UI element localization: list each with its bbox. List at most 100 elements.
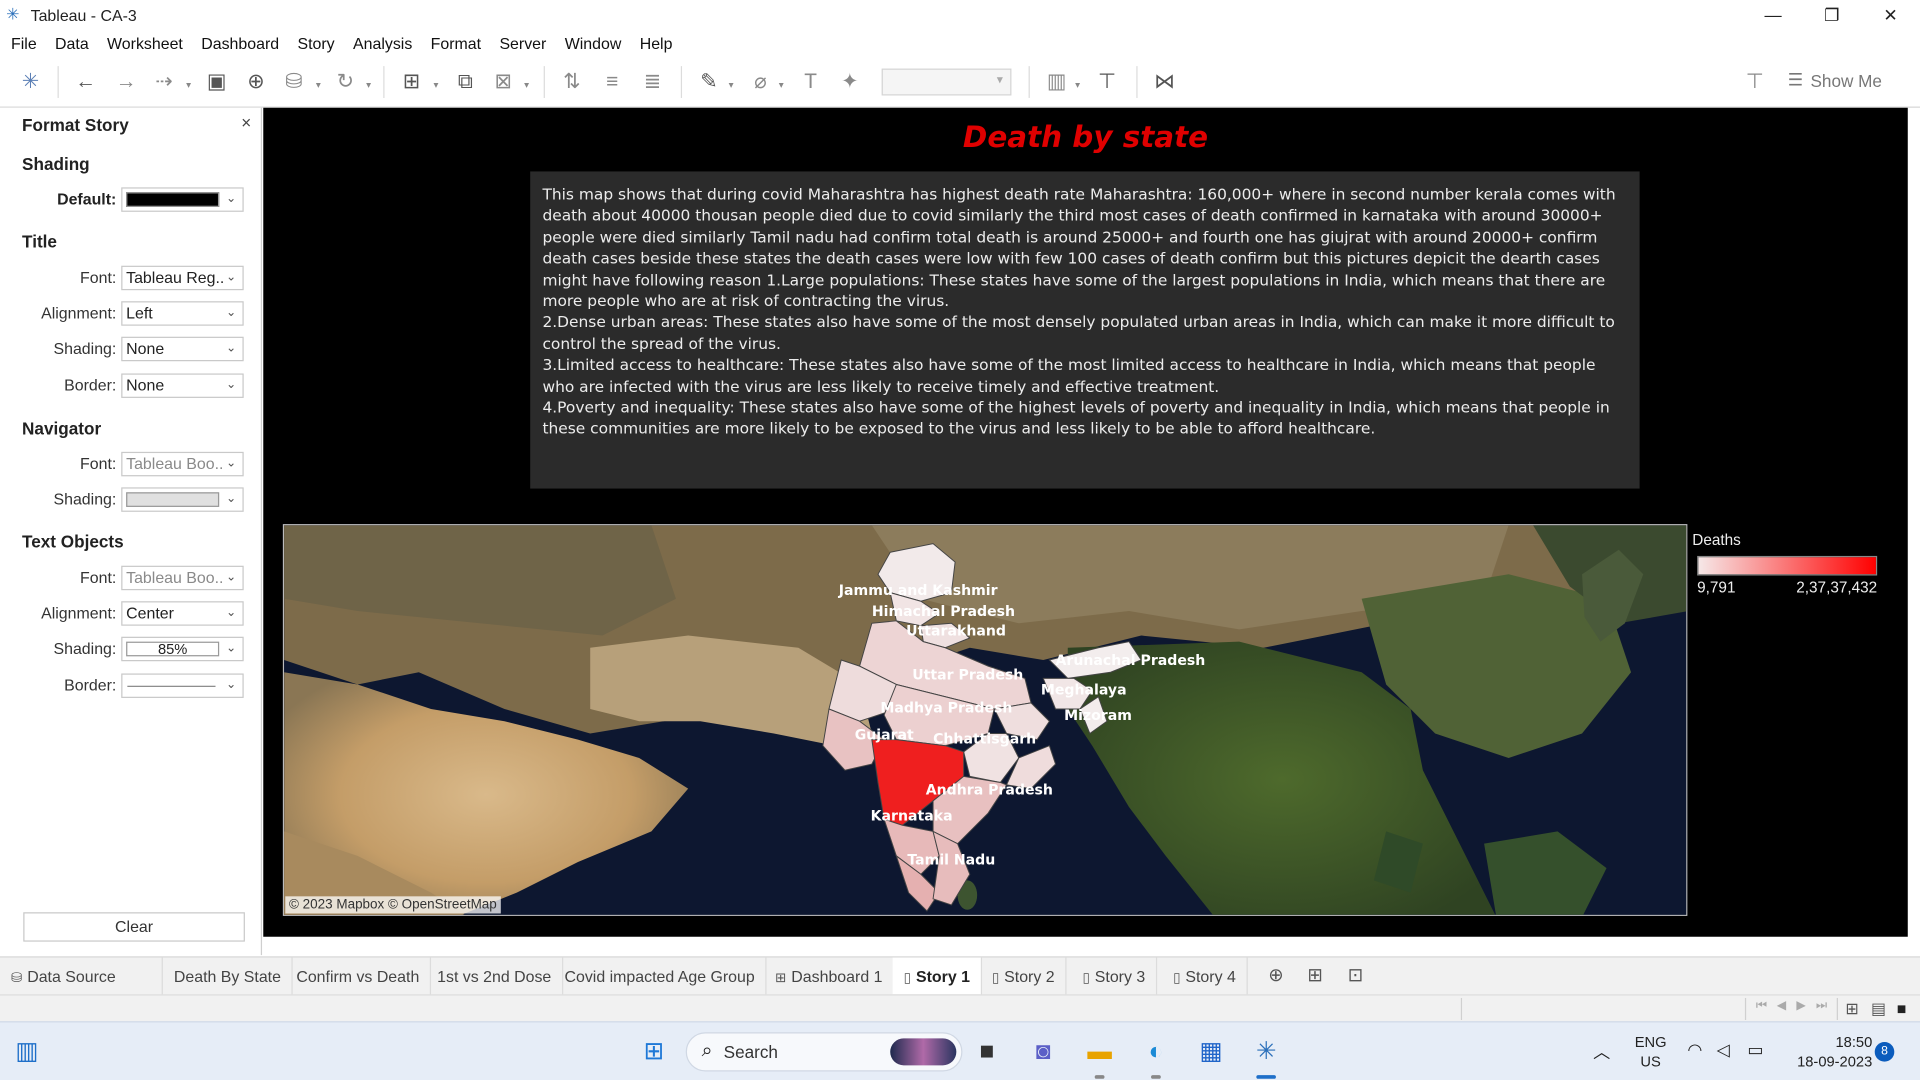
title-alignment-dropdown[interactable]: Left ⌄: [121, 301, 244, 326]
text-shading-dropdown[interactable]: 85% ⌄: [121, 636, 244, 662]
chevron-down-icon[interactable]: ▾: [316, 80, 321, 91]
fit-dropdown[interactable]: [881, 68, 1012, 96]
filmstrip-icon[interactable]: ▤: [1871, 999, 1886, 1019]
labels-icon[interactable]: T: [796, 67, 825, 96]
new-worksheet-icon[interactable]: ⊕: [1262, 964, 1289, 988]
chevron-down-icon[interactable]: ▾: [433, 80, 438, 91]
navigator-shading-dropdown[interactable]: ⌄: [121, 487, 244, 512]
battery-icon[interactable]: ▭: [1747, 1040, 1763, 1061]
duplicate-icon[interactable]: ⧉: [451, 67, 480, 96]
start-icon[interactable]: ⊞: [637, 1035, 671, 1069]
default-shading-dropdown[interactable]: ⌄: [121, 187, 244, 212]
chevron-down-icon[interactable]: ▾: [729, 80, 734, 91]
menu-window[interactable]: Window: [565, 34, 622, 52]
state-label: Gujarat: [854, 726, 914, 744]
next-sheet-icon[interactable]: ▶: [1796, 999, 1805, 1012]
refresh-icon[interactable]: ↻: [331, 67, 360, 96]
teams-chat-icon[interactable]: ◙: [1026, 1035, 1060, 1069]
menu-help[interactable]: Help: [640, 34, 673, 52]
chevron-down-icon[interactable]: ▾: [186, 80, 191, 91]
new-data-source-icon[interactable]: ⊕: [241, 67, 270, 96]
tableau-logo-icon[interactable]: ✳: [16, 67, 45, 96]
redo-icon[interactable]: →: [111, 67, 140, 96]
chevron-up-icon[interactable]: ︿: [1593, 1040, 1610, 1064]
file-explorer-icon[interactable]: ▬: [1082, 1035, 1116, 1069]
chevron-down-icon[interactable]: ▾: [366, 80, 371, 91]
menu-worksheet[interactable]: Worksheet: [107, 34, 183, 52]
menu-format[interactable]: Format: [431, 34, 481, 52]
save-icon[interactable]: ▣: [202, 67, 231, 96]
show-cards-icon[interactable]: ▥: [1042, 67, 1071, 96]
store-icon[interactable]: ▦: [1194, 1035, 1228, 1069]
notification-badge[interactable]: 8: [1874, 1042, 1895, 1062]
sort-descending-icon[interactable]: ≣: [638, 67, 667, 96]
close-window-button[interactable]: ✕: [1861, 0, 1920, 29]
tableau-taskbar-icon[interactable]: ✳: [1249, 1035, 1283, 1069]
title-border-dropdown[interactable]: None ⌄: [121, 373, 244, 398]
menu-story[interactable]: Story: [297, 34, 334, 52]
tab-story-2[interactable]: ▯ Story 2: [981, 957, 1067, 996]
menu-dashboard[interactable]: Dashboard: [201, 34, 279, 52]
tab-story-1[interactable]: ▯ Story 1: [892, 957, 983, 996]
menu-analysis[interactable]: Analysis: [353, 34, 412, 52]
highlight-icon[interactable]: ✎: [694, 67, 723, 96]
group-icon[interactable]: ⌀: [746, 67, 775, 96]
text-alignment-dropdown[interactable]: Center ⌄: [121, 601, 244, 626]
menu-data[interactable]: Data: [55, 34, 89, 52]
clock[interactable]: 18:50 18-09-2023: [1782, 1032, 1872, 1071]
replay-icon[interactable]: ⇢: [149, 67, 178, 96]
chevron-down-icon[interactable]: ▾: [1075, 80, 1080, 91]
tab-death-by-state[interactable]: Death By State: [163, 957, 294, 996]
shading-section-heading: Shading: [22, 154, 90, 174]
clear-button[interactable]: Clear: [23, 912, 245, 942]
sort-ascending-icon[interactable]: ≡: [598, 67, 627, 96]
share-icon[interactable]: ⋈: [1150, 67, 1179, 96]
title-shading-dropdown[interactable]: None ⌄: [121, 336, 244, 362]
first-sheet-icon[interactable]: ⏮: [1756, 999, 1767, 1012]
chevron-down-icon[interactable]: ▾: [779, 80, 784, 91]
last-sheet-icon[interactable]: ⏭: [1816, 999, 1827, 1012]
new-sheet-icon[interactable]: ⊞: [397, 67, 426, 96]
fix-axes-icon[interactable]: ✦: [835, 67, 864, 96]
story-text-box[interactable]: This map shows that during covid Maharas…: [530, 171, 1640, 489]
edge-browser-icon[interactable]: ◐: [1139, 1035, 1173, 1069]
navigator-font-dropdown[interactable]: Tableau Boo.. ⌄: [121, 451, 244, 477]
map-attribution[interactable]: © 2023 Mapbox © OpenStreetMap: [285, 896, 501, 914]
new-story-icon[interactable]: ⊡: [1342, 964, 1369, 988]
tab-1st-vs-2nd-dose[interactable]: 1st vs 2nd Dose: [426, 957, 564, 996]
new-dashboard-icon[interactable]: ⊞: [1302, 964, 1329, 988]
presentation-mode-icon[interactable]: ⊤: [1092, 67, 1121, 96]
format-painter-icon[interactable]: ⊤: [1740, 67, 1769, 96]
pause-updates-icon[interactable]: ⛁: [279, 67, 308, 96]
title-font-dropdown[interactable]: Tableau Reg.. ⌄: [121, 265, 244, 291]
tab-story-3[interactable]: ▯ Story 3: [1071, 957, 1158, 996]
close-pane-icon[interactable]: ×: [241, 113, 251, 133]
tab-story-4[interactable]: ▯ Story 4: [1162, 957, 1249, 996]
task-view-icon[interactable]: ■: [970, 1035, 1004, 1069]
volume-icon[interactable]: ◁: [1717, 1040, 1730, 1061]
widgets-icon[interactable]: ▥: [10, 1035, 44, 1069]
pane-title: Format Story: [22, 115, 129, 135]
restore-button[interactable]: ❐: [1802, 0, 1861, 29]
tab-data-source[interactable]: ⛁ Data Source: [0, 957, 163, 996]
chevron-down-icon[interactable]: ▾: [524, 80, 529, 91]
tab-confirm-vs-death[interactable]: Confirm vs Death: [285, 957, 432, 996]
tab-covid-impacted-age-group[interactable]: Covid impacted Age Group: [553, 957, 767, 996]
text-border-dropdown[interactable]: ⌄: [121, 673, 244, 698]
undo-icon[interactable]: ←: [71, 67, 100, 96]
minimize-button[interactable]: —: [1744, 0, 1803, 29]
wifi-icon[interactable]: ◠: [1687, 1040, 1702, 1061]
clear-sheet-icon[interactable]: ⊠: [489, 67, 518, 96]
text-font-dropdown[interactable]: Tableau Boo.. ⌄: [121, 565, 244, 591]
menu-file[interactable]: File: [11, 34, 37, 52]
death-by-state-map[interactable]: Jammu and Kashmir Himachal Pradesh Uttar…: [282, 524, 1688, 916]
prev-sheet-icon[interactable]: ◀: [1777, 999, 1786, 1012]
swap-icon[interactable]: ⇅: [557, 67, 586, 96]
tab-dashboard-1[interactable]: ⊞ Dashboard 1: [764, 957, 895, 996]
menu-server[interactable]: Server: [499, 34, 546, 52]
language-indicator[interactable]: ENG US: [1632, 1032, 1669, 1071]
show-me-button[interactable]: ☰ Show Me: [1788, 70, 1882, 91]
sheet-sorter-icon[interactable]: ⊞: [1845, 999, 1858, 1019]
tabs-view-icon[interactable]: ■: [1897, 999, 1907, 1017]
taskbar-search[interactable]: ⌕ Search: [685, 1032, 963, 1072]
